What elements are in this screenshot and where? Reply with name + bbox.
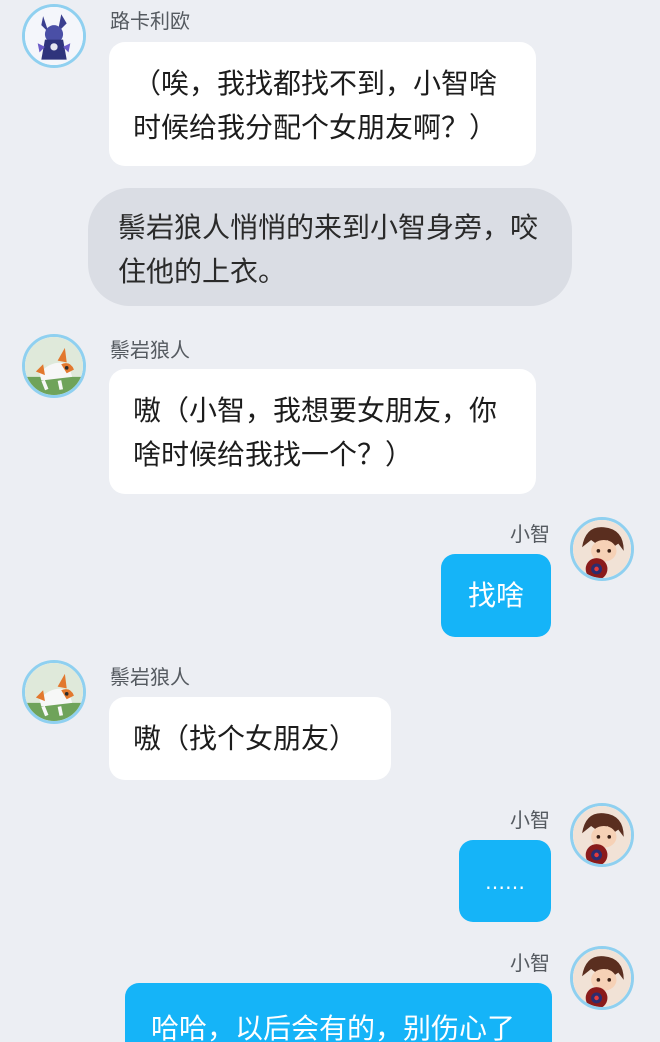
message-bubble[interactable]: …… <box>459 840 551 922</box>
ash-avatar-icon[interactable] <box>570 803 634 867</box>
message-bubble[interactable]: 哈哈，以后会有的，别伤心了 <box>125 983 552 1042</box>
sender-name: 路卡利欧 <box>110 9 190 33</box>
lycanroc-avatar-icon[interactable] <box>22 660 86 724</box>
message-bubble[interactable]: 找啥 <box>441 554 551 637</box>
message-bubble[interactable]: 嗷（找个女朋友） <box>109 697 391 780</box>
sender-name: 鬃岩狼人 <box>110 338 190 362</box>
ash-avatar-icon[interactable] <box>570 517 634 581</box>
sender-name: 小智 <box>510 951 550 975</box>
sender-name: 鬃岩狼人 <box>110 665 190 689</box>
narration-bubble: 鬃岩狼人悄悄的来到小智身旁，咬住他的上衣。 <box>88 188 572 306</box>
message-bubble[interactable]: （唉，我找都找不到，小智啥时候给我分配个女朋友啊？） <box>109 42 536 166</box>
sender-name: 小智 <box>510 522 550 546</box>
lucario-avatar-icon[interactable] <box>22 4 86 68</box>
lycanroc-avatar-icon[interactable] <box>22 334 86 398</box>
message-bubble[interactable]: 嗷（小智，我想要女朋友，你啥时候给我找一个？） <box>109 369 536 494</box>
sender-name: 小智 <box>510 808 550 832</box>
ash-avatar-icon[interactable] <box>570 946 634 1010</box>
